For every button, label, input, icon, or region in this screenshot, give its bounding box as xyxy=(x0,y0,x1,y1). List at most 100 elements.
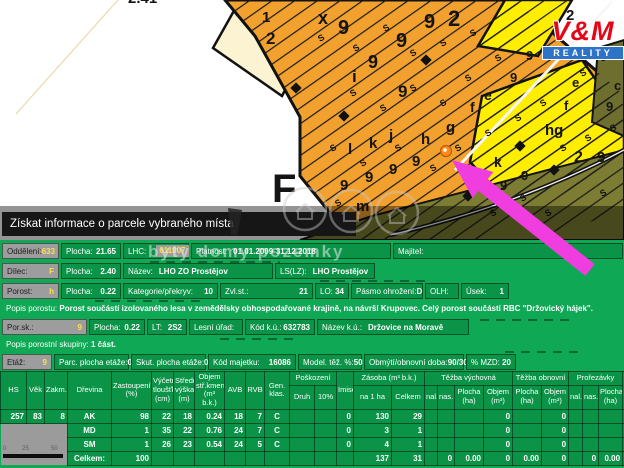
table-cell: 3 xyxy=(354,423,392,437)
map-tooltip: Získat informace o parcele vybraného mís… xyxy=(2,212,356,236)
field-kod-ku: Kód k.ú.: 632783 xyxy=(245,319,315,335)
table-cell xyxy=(195,451,225,465)
map-label: 9 xyxy=(340,177,348,194)
map-label: l xyxy=(348,141,352,158)
info-row-dilec: Dílec: F Plocha: 2.40 Název: LHO ZO Pros… xyxy=(2,263,377,279)
table-cell xyxy=(569,451,583,465)
field-plocha-dilec: Plocha: 2.40 xyxy=(61,263,121,279)
scale-tick-labels: 0 25 50 xyxy=(3,446,67,453)
field-value: F xyxy=(49,267,54,276)
col-header-tv-objem: Objem (m³) xyxy=(484,385,513,409)
table-cell: 257 xyxy=(1,409,27,423)
field-label: Lesní úřad: xyxy=(194,323,234,332)
table-cell xyxy=(513,437,542,451)
table-cell xyxy=(583,409,599,423)
field-label: LT: xyxy=(152,323,162,332)
field-label: Kód majetku: xyxy=(213,358,260,367)
table-row: 257838AK9822180.24187C01302900 xyxy=(1,409,624,423)
field-label: Popis porostu: xyxy=(6,304,57,313)
field-value: h xyxy=(49,287,54,296)
field-label: Název: xyxy=(128,267,153,276)
table-cell: 0 xyxy=(484,423,513,437)
field-value: 9 xyxy=(43,358,47,367)
field-value: 633 xyxy=(42,247,55,256)
table-cell: 0 xyxy=(438,451,455,465)
table-cell xyxy=(290,423,315,437)
table-cell xyxy=(290,451,315,465)
map-label: e xyxy=(484,87,492,103)
field-label: LHC: xyxy=(128,247,146,256)
info-row-oddeleni: Oddělení: 633 Plocha: 21.65 LHC: 611807 … xyxy=(2,243,624,259)
map-label: 9 xyxy=(365,169,373,186)
table-cell xyxy=(583,423,599,437)
col-header-imise: Imise xyxy=(337,372,354,410)
field-value: 20 xyxy=(502,358,511,367)
table-cell xyxy=(425,437,438,451)
field-label: LS(LZ): xyxy=(280,267,307,276)
table-cell: 35 xyxy=(152,423,174,437)
map-label: j xyxy=(388,127,393,144)
table-cell xyxy=(583,437,599,451)
field-label: Pásmo ohrožení: xyxy=(356,287,416,296)
table-cell: 100 xyxy=(112,451,152,465)
col-group-poskozeni: Poškození xyxy=(290,372,337,386)
table-cell xyxy=(315,437,337,451)
table-cell: 0 xyxy=(337,423,354,437)
info-row-porsk: Por.sk.: 9 Plocha: 0.22 LT: 2S2 Lesní úř… xyxy=(2,319,471,335)
field-pasmo: Pásmo ohrožení: D xyxy=(351,283,423,299)
field-mzd: % MZD: 20 xyxy=(466,354,516,370)
map-label: F xyxy=(272,167,296,211)
table-cell: C xyxy=(265,437,290,451)
table-cell: 0 xyxy=(337,409,354,423)
map-scale-bar: 0 25 50 xyxy=(3,446,67,458)
forestry-map[interactable]: SSSSSSSSSSSSSSSSSSSSSSSSSSSSSS 2.4112x99… xyxy=(0,0,624,240)
parcel-info-panel: Oddělení: 633 Plocha: 21.65 LHC: 611807 … xyxy=(0,240,624,468)
table-cell: 18 xyxy=(174,409,195,423)
table-cell: 0 xyxy=(542,409,569,423)
field-model-tez: Model. těž. %: 50 xyxy=(298,354,362,370)
table-row: MD135220.76247C03100 xyxy=(1,423,624,437)
col-header-zastoupeni: Zastoupení (%) xyxy=(112,372,152,410)
field-majitel: Majitel: xyxy=(393,243,623,259)
table-cell xyxy=(425,409,438,423)
table-cell: 0 xyxy=(484,451,513,465)
table-header: HS Věk Zakm. Dřevina Zastoupení (%) Výče… xyxy=(1,372,624,410)
scale-bar-line xyxy=(3,454,63,458)
table-cell xyxy=(599,423,623,437)
col-group-prorezavky: Prořezávky xyxy=(569,372,623,386)
col-header-10pct: 10% xyxy=(315,385,337,409)
map-label: 2.41 xyxy=(128,0,157,7)
table-cell: 18 xyxy=(225,409,246,423)
field-label: Kategorie/překryv: xyxy=(128,287,193,296)
col-header-to-objem: Objem (m³) xyxy=(542,385,569,409)
table-cell: 1 xyxy=(112,423,152,437)
map-label: g xyxy=(446,119,455,136)
field-label: Plocha: xyxy=(66,287,93,296)
map-label: 9 xyxy=(500,178,507,193)
field-label: Dílec: xyxy=(7,267,27,276)
field-plocha-oddeleni: Plocha: 21.65 xyxy=(61,243,121,259)
col-header-to-plocha: Plocha (ha) xyxy=(513,385,542,409)
table-cell: 24 xyxy=(225,437,246,451)
col-header-celkem: Celkem xyxy=(392,385,425,409)
field-value: D xyxy=(416,287,422,296)
col-header-na1ha: na 1 ha xyxy=(354,385,392,409)
table-cell xyxy=(174,451,195,465)
field-label: OLH: xyxy=(430,287,449,296)
field-value: 632783 xyxy=(283,323,310,332)
table-cell: 0 xyxy=(542,423,569,437)
col-header-gen-klas: Gen. klas. xyxy=(265,372,290,410)
field-label: % MZD: xyxy=(471,358,500,367)
field-value: 21 xyxy=(299,287,308,296)
table-cell: 5 xyxy=(246,437,265,451)
field-nazev-ku: Název k.ú.: Držovice na Moravě xyxy=(317,319,469,335)
field-usek: Úsek: 1 xyxy=(461,283,509,299)
field-platnost: Platnost: 01.01.2009-31.12.2018 xyxy=(191,243,391,259)
field-label: Oddělení: xyxy=(7,247,42,256)
field-skut-plocha: Skut. plocha etáže: 0.22 xyxy=(131,354,206,370)
field-value: Porost součástí izolovaného lesa v zeměd… xyxy=(59,304,593,313)
field-lt: LT: 2S2 xyxy=(147,319,187,335)
table-cell: 98 xyxy=(112,409,152,423)
field-value: 2S2 xyxy=(168,323,182,332)
col-header-tv-plocha: Plocha (ha) xyxy=(455,385,484,409)
